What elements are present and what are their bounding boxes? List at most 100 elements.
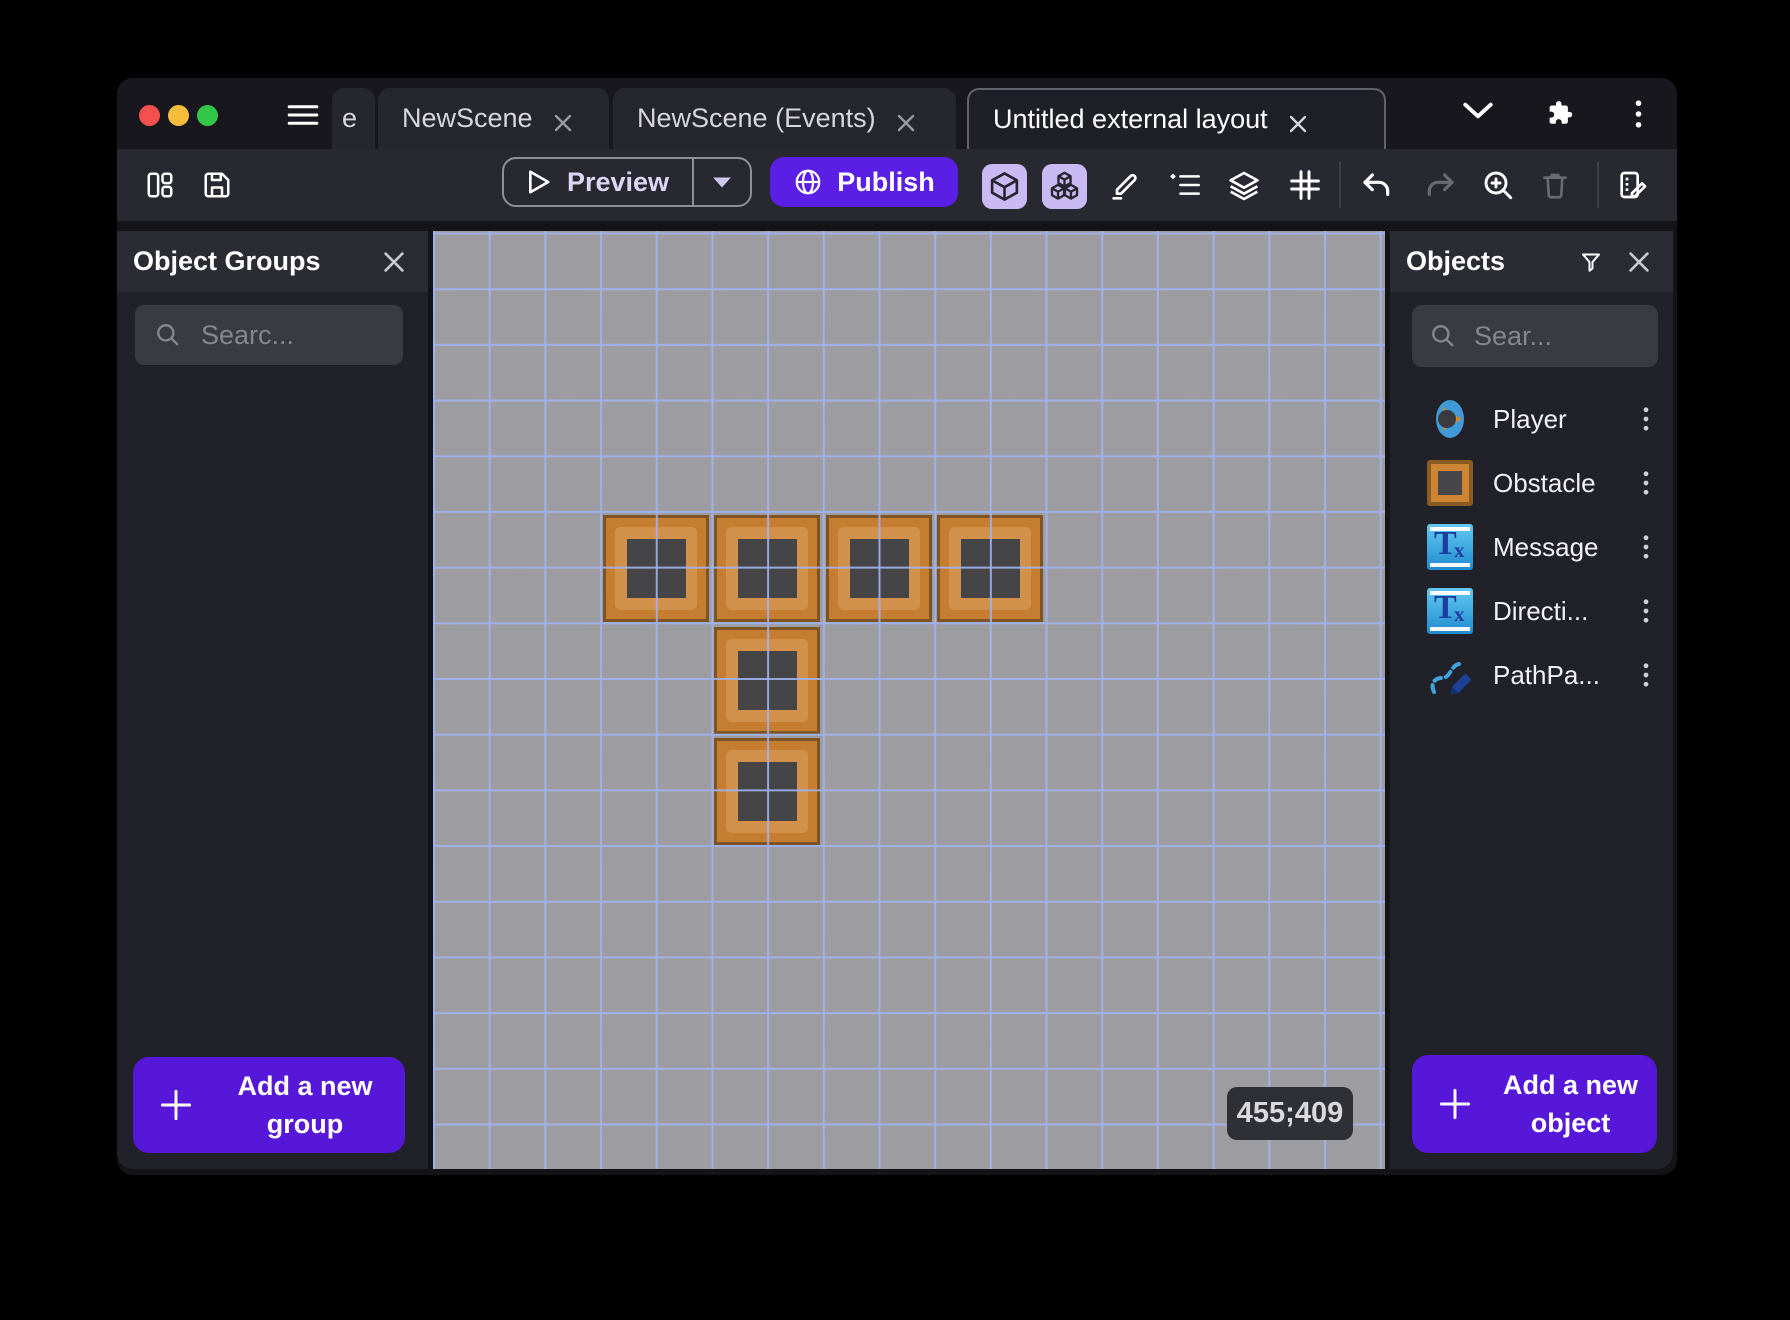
plus-icon <box>1438 1087 1472 1121</box>
obstacle-instance[interactable] <box>603 515 709 622</box>
object-row[interactable]: Tx Message <box>1390 515 1673 579</box>
titlebar: e NewScene NewScene (Events) Untitled ex… <box>117 78 1677 149</box>
zoom-in-icon[interactable] <box>1478 165 1518 205</box>
preview-dropdown-button[interactable] <box>694 176 750 189</box>
obstacle-sprite-icon <box>1427 460 1473 506</box>
publish-label: Publish <box>837 167 935 198</box>
obstacle-inner <box>838 527 920 610</box>
add-group-button[interactable]: Add a new group <box>133 1057 405 1153</box>
object-label: Directi... <box>1493 596 1623 627</box>
add-group-label: Add a new group <box>213 1067 405 1143</box>
text-object-icon: Tx <box>1427 588 1473 634</box>
chevron-down-icon[interactable] <box>1463 102 1493 124</box>
gdevelop-window: e NewScene NewScene (Events) Untitled ex… <box>117 78 1677 1175</box>
object-row[interactable]: PathPa... <box>1390 643 1673 707</box>
path-draw-icon <box>1427 652 1473 698</box>
objects-header: Objects <box>1390 231 1673 292</box>
extensions-puzzle-icon[interactable] <box>1544 98 1574 133</box>
object-row[interactable]: Player <box>1390 387 1673 451</box>
tab-newscene-events[interactable]: NewScene (Events) <box>613 88 956 149</box>
tab-label: NewScene (Events) <box>637 103 876 134</box>
obstacle-instance[interactable] <box>937 515 1043 622</box>
tab-overflow-fragment[interactable]: e <box>332 88 375 149</box>
redo-icon[interactable] <box>1420 165 1460 205</box>
object-menu-dots-icon[interactable] <box>1643 407 1653 431</box>
objects-search-input[interactable]: Sear... <box>1412 305 1658 367</box>
close-panel-icon[interactable] <box>1627 250 1651 274</box>
obstacle-core <box>961 539 1020 598</box>
obstacle-core <box>738 651 797 710</box>
project-manager-icon[interactable] <box>145 170 175 200</box>
save-icon[interactable] <box>202 170 232 200</box>
tab-newscene[interactable]: NewScene <box>378 88 609 149</box>
search-placeholder: Searc... <box>201 320 294 351</box>
object-row[interactable]: Tx Directi... <box>1390 579 1673 643</box>
caret-down-icon <box>712 176 732 189</box>
grid-icon[interactable] <box>1285 165 1325 205</box>
objects-title: Objects <box>1406 246 1555 277</box>
obstacle-instance[interactable] <box>826 515 932 622</box>
obstacle-core <box>738 539 797 598</box>
object-menu-dots-icon[interactable] <box>1643 471 1653 495</box>
player-sprite-icon <box>1427 396 1473 442</box>
object-label: Message <box>1493 532 1623 563</box>
minimize-window-button[interactable] <box>168 105 189 126</box>
scene-canvas[interactable]: 455;409 <box>433 231 1385 1169</box>
play-icon <box>527 169 551 195</box>
close-tab-icon[interactable] <box>553 109 573 129</box>
preview-button[interactable]: Preview <box>502 157 752 207</box>
plus-icon <box>159 1088 193 1122</box>
tab-label: Untitled external layout <box>993 104 1268 135</box>
obstacle-inner <box>726 639 808 722</box>
globe-icon <box>793 167 823 197</box>
close-window-button[interactable] <box>139 105 160 126</box>
maximize-window-button[interactable] <box>197 105 218 126</box>
cursor-coordinates: 455;409 <box>1237 1097 1343 1130</box>
cubes-icon <box>1048 170 1081 203</box>
object-label: Player <box>1493 404 1623 435</box>
object-groups-title: Object Groups <box>133 246 358 277</box>
edit-pencil-icon[interactable] <box>1105 165 1145 205</box>
object-row[interactable]: Obstacle <box>1390 451 1673 515</box>
obstacle-instance[interactable] <box>714 515 820 622</box>
object-groups-search-input[interactable]: Searc... <box>135 305 403 365</box>
object-menu-dots-icon[interactable] <box>1643 663 1653 687</box>
cursor-coordinates-badge: 455;409 <box>1227 1087 1353 1140</box>
add-instances-tool-button[interactable] <box>1042 164 1087 209</box>
obstacle-inner <box>726 527 808 610</box>
filter-icon[interactable] <box>1579 250 1603 274</box>
publish-button[interactable]: Publish <box>770 157 958 207</box>
text-object-icon: Tx <box>1427 524 1473 570</box>
preview-label: Preview <box>567 167 669 198</box>
object-groups-panel: Object Groups Searc... Add a new group <box>117 231 428 1169</box>
object-menu-dots-icon[interactable] <box>1643 535 1653 559</box>
menu-icon[interactable] <box>286 104 320 126</box>
close-panel-icon[interactable] <box>382 250 406 274</box>
add-object-button[interactable]: Add a new object <box>1412 1055 1657 1153</box>
edit-properties-icon[interactable] <box>1613 165 1653 205</box>
search-icon <box>155 322 181 348</box>
obstacle-inner <box>615 527 697 610</box>
select-object-tool-button[interactable] <box>982 164 1027 209</box>
add-object-label: Add a new object <box>1492 1066 1657 1142</box>
object-menu-dots-icon[interactable] <box>1643 599 1653 623</box>
obstacle-inner <box>726 750 808 833</box>
layers-icon[interactable] <box>1224 165 1264 205</box>
preview-button-main[interactable]: Preview <box>504 167 692 198</box>
tab-label: NewScene <box>402 103 533 134</box>
object-label: PathPa... <box>1493 660 1623 691</box>
objects-list: Player Obstacle Tx Message Tx Directi... PathP… <box>1390 387 1673 707</box>
obstacle-inner <box>949 527 1031 610</box>
cube-icon <box>988 170 1021 203</box>
object-groups-header: Object Groups <box>117 231 428 292</box>
toolbar-divider <box>1339 162 1341 208</box>
undo-icon[interactable] <box>1357 165 1397 205</box>
tab-untitled-external-layout[interactable]: Untitled external layout <box>967 88 1386 149</box>
obstacle-instance[interactable] <box>714 738 820 845</box>
more-options-icon[interactable] <box>1635 100 1642 133</box>
obstacle-instance[interactable] <box>714 627 820 734</box>
close-tab-icon[interactable] <box>896 109 916 129</box>
instances-list-icon[interactable] <box>1165 165 1205 205</box>
close-tab-icon[interactable] <box>1288 110 1308 130</box>
trash-icon[interactable] <box>1535 165 1575 205</box>
